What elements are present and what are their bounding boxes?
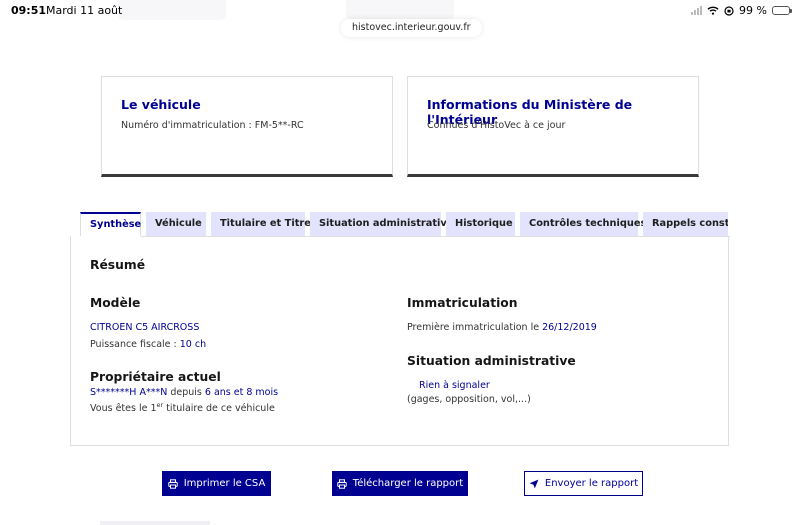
ministry-card-text: Connues d'HistoVec à ce jour (427, 120, 566, 131)
send-report-label: Envoyer le rapport (544, 478, 639, 489)
download-report-label: Télécharger le rapport (352, 478, 464, 489)
address-bar[interactable]: histovec.interieur.gouv.fr (341, 19, 482, 37)
cellular-signal-icon (691, 6, 703, 15)
modele-title: Modèle (90, 296, 141, 310)
tab-titulaire-et-titre[interactable]: Titulaire et Titre (211, 212, 311, 237)
print-csa-label: Imprimer le CSA (183, 478, 266, 489)
situation-detail: (gages, opposition, vol,...) (407, 394, 531, 405)
proprietaire-duration: 6 ans et 8 mois (204, 387, 279, 398)
proprietaire-title: Propriétaire actuel (90, 370, 221, 384)
premiere-immatriculation: Première immatriculation le 26/12/2019 (407, 322, 597, 333)
tab-controles-techniques[interactable]: Contrôles techniques (520, 212, 646, 237)
vehicle-card: Le véhicule Numéro d'immatriculation : F… (101, 76, 393, 177)
status-date: Mardi 11 août (46, 4, 123, 17)
puissance-fiscale: Puissance fiscale : 10 ch (90, 339, 206, 350)
status-time: 09:51 (11, 4, 47, 17)
rank-sup: er (156, 401, 164, 409)
tab-situation-administrative[interactable]: Situation administrative (310, 212, 453, 237)
proprietaire-depuis: depuis (170, 387, 202, 398)
print-csa-button[interactable]: Imprimer le CSA (162, 471, 271, 496)
printer-icon (337, 478, 347, 489)
battery-icon (772, 6, 792, 15)
proprietaire-name: S*******H A***N (90, 387, 168, 398)
orientation-lock-icon (724, 5, 734, 16)
download-report-button[interactable]: Télécharger le rapport (332, 471, 468, 496)
immatriculation-label: Première immatriculation le (407, 322, 540, 333)
scrolled-content-remnant (100, 521, 210, 525)
vehicle-card-text: Numéro d'immatriculation : FM-5**-RC (121, 120, 304, 131)
status-indicators: 99 % (691, 4, 792, 17)
send-arrow-icon (529, 479, 539, 488)
titulaire-rank: Vous êtes le 1er titulaire de ce véhicul… (90, 401, 275, 414)
proprietaire-line: S*******H A***N depuis 6 ans et 8 mois (90, 387, 278, 398)
vehicle-card-title: Le véhicule (121, 97, 201, 112)
tab-historique[interactable]: Historique (446, 212, 515, 237)
puissance-label: Puissance fiscale : (90, 339, 177, 350)
situation-status: Rien à signaler (419, 380, 490, 391)
rank-suffix: titulaire de ce véhicule (166, 403, 275, 414)
printer-icon (168, 478, 178, 489)
puissance-value: 10 ch (179, 339, 207, 350)
send-report-button[interactable]: Envoyer le rapport (524, 471, 643, 496)
tab-rappels-constructeur[interactable]: Rappels constructeur (643, 212, 728, 237)
modele-name: CITROEN C5 AIRCROSS (90, 322, 200, 333)
tab-vehicule[interactable]: Véhicule (146, 212, 206, 237)
immatriculation-date: 26/12/2019 (542, 322, 597, 333)
battery-percentage: 99 % (739, 4, 767, 17)
immatriculation-title: Immatriculation (407, 296, 518, 310)
report-tabs: Synthèse Véhicule Titulaire et Titre Sit… (80, 212, 728, 237)
rank-prefix: Vous êtes le 1 (90, 403, 157, 414)
summary-heading: Résumé (90, 258, 146, 272)
tab-synthese[interactable]: Synthèse (80, 212, 141, 237)
wifi-icon (707, 6, 719, 15)
ministry-card: Informations du Ministère de l'Intérieur… (407, 76, 699, 177)
situation-title: Situation administrative (407, 354, 576, 368)
